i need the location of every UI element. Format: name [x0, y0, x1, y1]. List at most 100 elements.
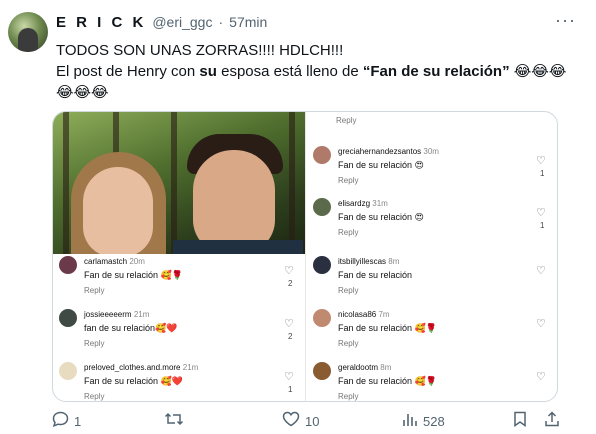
tweet-line-2-bold-su: su — [199, 63, 217, 80]
reply-icon — [52, 411, 69, 431]
comment-text: Fan de su relación 😍 — [338, 160, 424, 170]
tweet-line-1: TODOS SON UNAS ZORRAS!!!! HDLCH!!! — [56, 42, 344, 59]
comment-username: geraldootm 8m — [338, 363, 391, 372]
comment-user: preloved_clothes.and.more — [84, 363, 181, 372]
comment-user: nicolasa86 — [338, 310, 377, 319]
tree-trunk — [171, 112, 177, 254]
comment-avatar — [313, 309, 331, 327]
heart-icon: ♡ — [284, 318, 294, 330]
header-separator: · — [218, 14, 224, 30]
comment-avatar — [313, 146, 331, 164]
heart-icon — [282, 411, 300, 431]
views-button[interactable]: 528 — [402, 411, 445, 431]
comment-item: nicolasa86 7m Fan de su relación 🥰🌹 Repl… — [313, 309, 551, 363]
comment-reply-link: Reply — [84, 339, 105, 348]
comment-user: greciahernandezsantos — [338, 147, 422, 156]
heart-icon: ♡ — [536, 318, 546, 330]
comment-avatar — [313, 198, 331, 216]
tweet-time[interactable]: 57min — [229, 14, 267, 30]
author-avatar[interactable] — [8, 12, 48, 52]
share-button[interactable] — [544, 411, 560, 431]
comment-item: elisardzg 31m Fan de su relación 😍 Reply… — [313, 198, 551, 252]
comment-item: Reply — [311, 112, 551, 140]
comment-username: carlamastch 20m — [84, 257, 145, 266]
bookmark-button[interactable] — [513, 411, 527, 431]
comment-item: geraldootm 8m Fan de su relación 🥰🌹 Repl… — [313, 362, 551, 401]
more-options-icon[interactable]: ··· — [555, 10, 576, 31]
heart-icon: ♡ — [536, 207, 546, 219]
tree-trunk — [63, 112, 69, 254]
share-icon — [544, 411, 560, 431]
comment-like-count: 2 — [288, 279, 293, 288]
man-shirt — [173, 240, 303, 254]
comment-text: Fan de su relación 🥰🌹 — [338, 376, 437, 386]
tweet-line-2-emoji: 😂😂😂 — [509, 63, 567, 80]
tweet-line-2: El post de Henry con su esposa está llen… — [56, 61, 576, 82]
comment-avatar — [313, 256, 331, 274]
heart-icon: ♡ — [536, 265, 546, 277]
reply-count: 1 — [74, 413, 82, 429]
comment-user: carlamastch — [84, 257, 128, 266]
comment-username: preloved_clothes.and.more 21m — [84, 363, 198, 372]
comment-like-count: 1 — [288, 385, 293, 394]
comment-item: preloved_clothes.and.more 21m Fan de su … — [59, 362, 299, 401]
comment-avatar — [59, 362, 77, 380]
comment-username: itsbillyillescas 8m — [338, 257, 399, 266]
media-attachment[interactable]: carlamastch 20m Fan de su relación 🥰🌹 Re… — [52, 111, 558, 402]
tweet-actions: 1 10 528 — [52, 411, 562, 431]
reply-button[interactable]: 1 — [52, 411, 81, 431]
comment-reply-link: Reply — [84, 392, 105, 401]
comment-text: Fan de su relación 😍 — [338, 212, 424, 222]
comment-item: jossieeeeerm 21m fan de su relación🥰❤️ R… — [59, 309, 299, 363]
comment-user: jossieeeeerm — [84, 310, 132, 319]
comment-reply-link: Reply — [338, 176, 359, 185]
comment-age: 21m — [133, 310, 150, 319]
tweet-line-2-part-b: esposa está lleno de — [216, 63, 363, 80]
tweet-line-2-part-a: El post de Henry con — [56, 63, 200, 80]
author-name[interactable]: E R I C K — [56, 14, 146, 31]
heart-icon: ♡ — [536, 371, 546, 383]
comment-like-count: 1 — [540, 221, 545, 230]
comment-reply-link: Reply — [338, 228, 359, 237]
bookmark-icon — [513, 411, 527, 431]
heart-icon: ♡ — [536, 155, 546, 167]
comment-user: itsbillyillescas — [338, 257, 387, 266]
retweet-button[interactable] — [164, 411, 189, 431]
tweet-line-2-bold-quote: “Fan de su relación” — [362, 63, 510, 80]
comment-age: 7m — [378, 310, 390, 319]
comment-avatar — [59, 256, 77, 274]
man-face — [193, 150, 275, 254]
comment-avatar — [313, 362, 331, 380]
comment-username: elisardzg 31m — [338, 199, 388, 208]
comment-reply-link: Reply — [336, 116, 357, 125]
comment-username: nicolasa86 7m — [338, 310, 390, 319]
couple-photo — [53, 112, 305, 254]
tree-trunk — [289, 112, 295, 254]
author-handle[interactable]: @eri_ggc — [152, 14, 212, 30]
like-button[interactable]: 10 — [282, 411, 319, 431]
comment-user: geraldootm — [338, 363, 379, 372]
comment-text: Fan de su relación 🥰❤️ — [84, 376, 183, 386]
comment-item: itsbillyillescas 8m Fan de su relación R… — [313, 256, 551, 310]
heart-icon: ♡ — [284, 265, 294, 277]
comment-avatar — [59, 309, 77, 327]
tweet-line-3: 😂😂😂 — [56, 84, 109, 101]
comment-reply-link: Reply — [338, 339, 359, 348]
comment-age: 8m — [380, 363, 392, 372]
comment-age: 21m — [182, 363, 199, 372]
views-icon — [402, 411, 418, 431]
comment-text: Fan de su relación 🥰🌹 — [84, 270, 183, 280]
comment-text: Fan de su relación — [338, 270, 413, 280]
comment-item: greciahernandezsantos 30m Fan de su rela… — [313, 146, 551, 200]
comment-age: 31m — [372, 199, 388, 208]
comment-reply-link: Reply — [338, 392, 359, 401]
comment-item: carlamastch 20m Fan de su relación 🥰🌹 Re… — [59, 256, 299, 310]
retweet-icon — [164, 411, 184, 431]
tweet-text: TODOS SON UNAS ZORRAS!!!! HDLCH!!! El po… — [56, 40, 576, 103]
views-count: 528 — [423, 413, 445, 429]
comment-reply-link: Reply — [338, 286, 359, 295]
tweet-header: E R I C K @eri_ggc · 57min — [56, 14, 267, 31]
comment-username: jossieeeeerm 21m — [84, 310, 149, 319]
column-divider — [305, 112, 306, 401]
woman-face — [83, 167, 153, 254]
